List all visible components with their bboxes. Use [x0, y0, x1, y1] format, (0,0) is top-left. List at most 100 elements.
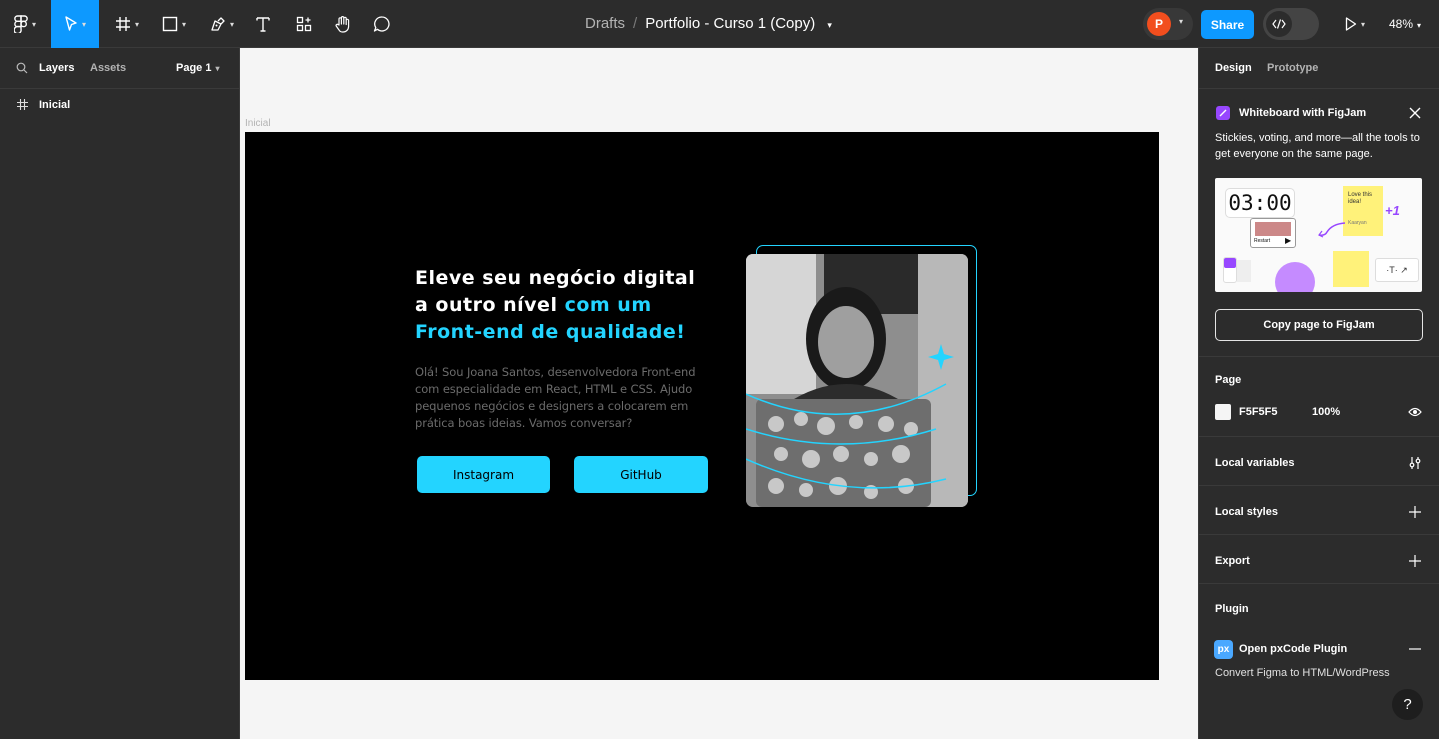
mini-pen-icon	[1237, 260, 1251, 282]
pxcode-logo-icon: px	[1214, 640, 1233, 659]
timer-display: 03:00	[1225, 188, 1295, 218]
breadcrumb-separator: /	[633, 15, 638, 32]
plugin-name[interactable]: Open pxCode Plugin	[1239, 643, 1347, 655]
chevron-down-icon: ▾	[1417, 21, 1422, 30]
frame-tool-button[interactable]: ▾	[108, 0, 146, 48]
play-icon: ▶	[1285, 236, 1292, 245]
plugin-section-title: Plugin	[1215, 603, 1249, 615]
plus-icon[interactable]	[1409, 506, 1421, 518]
sticky-text: Love this idea!	[1348, 192, 1373, 205]
local-variables-section[interactable]: Local variables	[1199, 437, 1439, 486]
tab-layers[interactable]: Layers	[39, 62, 74, 74]
headline-line-3: Front-end de qualidade!	[415, 321, 686, 343]
layer-label: Inicial	[39, 99, 71, 111]
sticky-author: Kaaryan	[1348, 220, 1367, 226]
copy-to-figjam-button[interactable]: Copy page to FigJam	[1215, 309, 1423, 341]
search-icon[interactable]	[16, 62, 28, 74]
resources-icon	[296, 16, 312, 32]
hand-tool-button[interactable]	[329, 0, 357, 48]
timer-widget: Restart ▶	[1250, 218, 1296, 248]
chevron-down-icon: ▾	[134, 19, 139, 29]
headline-line-2: a outro nível com um	[415, 292, 695, 319]
layer-row[interactable]: Inicial	[0, 96, 239, 114]
dev-mode-toggle[interactable]	[1263, 8, 1319, 40]
chevron-down-icon: ▾	[181, 19, 186, 29]
code-icon	[1266, 11, 1292, 37]
pen-tool-button[interactable]: ▾	[203, 0, 241, 48]
headline-line-2-accent: com um	[564, 294, 652, 316]
plugin-description: Convert Figma to HTML/WordPress	[1215, 667, 1390, 679]
design-panel: Design Prototype Whiteboard with FigJam …	[1198, 48, 1439, 739]
zoom-dropdown[interactable]: 48% ▾	[1389, 17, 1421, 31]
github-button[interactable]: GitHub	[574, 456, 708, 493]
file-name[interactable]: Portfolio - Curso 1 (Copy)	[645, 15, 815, 32]
local-styles-label: Local styles	[1215, 506, 1278, 518]
toolbar: ▾ ▾ ▾ ▾ ▾ Drafts / Portfolio - Curso 1 (Co…	[0, 0, 1439, 48]
move-tool-icon	[65, 16, 77, 31]
layers-panel: Layers Assets Page 1 ▾ Inicial	[0, 48, 240, 739]
figjam-icon	[1216, 106, 1230, 120]
breadcrumb-drafts[interactable]: Drafts	[585, 15, 625, 32]
share-button[interactable]: Share	[1201, 10, 1254, 39]
help-button[interactable]: ?	[1392, 689, 1423, 720]
plugin-section: Plugin px Open pxCode Plugin Convert Fig…	[1199, 584, 1439, 734]
promo-body: Stickies, voting, and more—all the tools…	[1215, 132, 1420, 160]
hero-headline: Eleve seu negócio digital a outro nível …	[415, 265, 695, 346]
sticky-note: Love this idea! Kaaryan	[1343, 186, 1383, 236]
portrait-photo	[746, 254, 968, 507]
move-tool-button[interactable]: ▾	[51, 0, 99, 48]
page-selector[interactable]: Page 1 ▾	[176, 62, 219, 74]
close-icon[interactable]	[1409, 107, 1421, 119]
page-selector-label: Page 1	[176, 62, 212, 74]
frame-label[interactable]: Inicial	[245, 118, 271, 129]
chevron-down-icon: ▾	[81, 19, 86, 29]
variables-sliders-icon[interactable]	[1408, 456, 1422, 470]
comment-icon	[373, 16, 390, 32]
page-section: Page F5F5F5 100%	[1199, 357, 1439, 437]
mini-text-tools: ·T· ↗	[1375, 258, 1419, 282]
chevron-down-icon: ▾	[31, 19, 36, 29]
resources-button[interactable]	[290, 0, 318, 48]
page-opacity[interactable]: 100%	[1312, 406, 1340, 418]
figma-menu-button[interactable]: ▾	[6, 0, 44, 48]
timer-photo	[1255, 222, 1291, 236]
eye-icon[interactable]	[1408, 407, 1422, 417]
chevron-down-icon: ▾	[1179, 17, 1184, 26]
figma-menu-icon	[13, 15, 28, 33]
avatar[interactable]: P	[1147, 12, 1171, 36]
purple-circle-shape	[1275, 262, 1315, 292]
shape-tool-icon	[162, 16, 178, 32]
zoom-level: 48%	[1389, 17, 1414, 31]
frame-inicial[interactable]: Eleve seu negócio digital a outro nível …	[245, 132, 1159, 680]
canvas[interactable]: Inicial Eleve seu negócio digital a outr…	[240, 48, 1198, 739]
text-tool-button[interactable]	[250, 0, 276, 48]
export-section[interactable]: Export	[1199, 535, 1439, 584]
present-button[interactable]: ▾	[1338, 0, 1372, 48]
instagram-button[interactable]: Instagram	[417, 456, 550, 493]
chevron-down-icon[interactable]: ▾	[827, 20, 832, 30]
frame-icon	[17, 99, 28, 110]
chevron-down-icon: ▾	[229, 19, 234, 29]
shape-tool-button[interactable]: ▾	[155, 0, 193, 48]
local-variables-label: Local variables	[1215, 457, 1295, 469]
play-icon	[1345, 17, 1357, 31]
comment-tool-button[interactable]	[368, 0, 396, 48]
yellow-sticky-shape	[1333, 251, 1369, 287]
page-color-hex[interactable]: F5F5F5	[1239, 406, 1278, 418]
minus-icon[interactable]	[1409, 648, 1421, 650]
portrait-illustration	[746, 254, 968, 507]
mini-figjam-icon	[1224, 258, 1236, 268]
figjam-promo: Whiteboard with FigJam Stickies, voting,…	[1199, 89, 1439, 357]
right-panel-tabs: Design Prototype	[1199, 48, 1439, 89]
local-styles-section[interactable]: Local styles	[1199, 486, 1439, 535]
headline-line-2-white: a outro nível	[415, 294, 565, 316]
tab-assets[interactable]: Assets	[90, 62, 126, 74]
export-label: Export	[1215, 555, 1250, 567]
tab-design[interactable]: Design	[1215, 62, 1252, 74]
tab-prototype[interactable]: Prototype	[1267, 62, 1318, 74]
left-panel-tabs: Layers Assets Page 1 ▾	[0, 48, 239, 89]
page-color-swatch[interactable]	[1215, 404, 1231, 420]
mini-toolbar	[1223, 257, 1237, 283]
curly-arrow-icon	[1318, 222, 1346, 238]
plus-icon[interactable]	[1409, 555, 1421, 567]
